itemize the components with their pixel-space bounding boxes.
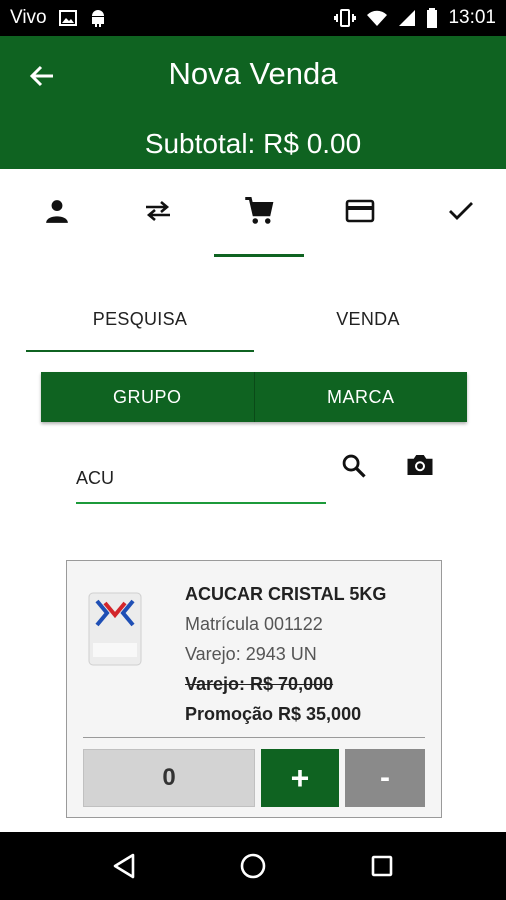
increase-quantity-button[interactable]: + [261, 749, 339, 807]
camera-icon[interactable] [405, 450, 435, 480]
brand-button[interactable]: MARCA [253, 372, 467, 422]
tab-sale[interactable]: VENDA [254, 286, 482, 352]
vibrate-icon [334, 8, 357, 28]
filter-buttons: GRUPO MARCA [41, 372, 467, 422]
product-old-price: Varejo: R$ 70,000 [185, 674, 334, 694]
home-circle-icon[interactable] [233, 846, 273, 886]
check-icon [448, 200, 474, 227]
swap-icon [144, 200, 172, 227]
card-divider [83, 737, 425, 738]
subtotal-label: Subtotal: R$ 0.00 [144, 128, 362, 159]
image-icon [58, 10, 77, 26]
cart-icon [244, 196, 274, 231]
system-nav-bar [0, 832, 506, 900]
search-input[interactable]: ACU [76, 448, 326, 504]
search-icon[interactable] [340, 452, 368, 480]
android-icon [89, 8, 107, 28]
clock-label: 13:01 [448, 7, 496, 28]
product-promo-price: Promoção R$ 35,000 [185, 704, 362, 724]
tab-search[interactable]: PESQUISA [26, 286, 254, 352]
step-customer[interactable] [12, 169, 103, 257]
product-registration: Matrícula 001122 [185, 614, 323, 634]
step-cart[interactable] [213, 169, 305, 257]
step-confirm[interactable] [415, 169, 506, 257]
back-triangle-icon[interactable] [104, 846, 144, 886]
status-bar: Vivo 13:01 [0, 0, 506, 36]
group-button[interactable]: GRUPO [41, 372, 254, 422]
step-transfer[interactable] [113, 169, 204, 257]
battery-icon [426, 8, 438, 28]
app-bar: Nova Venda Subtotal: R$ 0.00 [0, 36, 506, 169]
quantity-field[interactable]: 0 [83, 749, 255, 807]
product-info: ACUCAR CRISTAL 5KG Matrícula 001122 Vare… [185, 579, 386, 729]
person-icon [44, 198, 70, 229]
page-title: Nova Venda [168, 56, 338, 91]
sub-tabs: PESQUISA VENDA [26, 286, 482, 352]
step-tabs [0, 169, 506, 257]
step-payment[interactable] [314, 169, 405, 257]
product-stock: Varejo: 2943 UN [185, 644, 317, 664]
product-card[interactable]: ACUCAR CRISTAL 5KG Matrícula 001122 Vare… [66, 560, 442, 818]
wifi-icon [366, 9, 388, 27]
decrease-quantity-button[interactable]: - [345, 749, 425, 807]
carrier-label: Vivo [10, 7, 47, 28]
credit-card-icon [345, 199, 375, 228]
signal-icon [398, 9, 416, 27]
recents-square-icon[interactable] [362, 846, 402, 886]
product-image [87, 591, 143, 667]
product-name: ACUCAR CRISTAL 5KG [185, 584, 387, 604]
